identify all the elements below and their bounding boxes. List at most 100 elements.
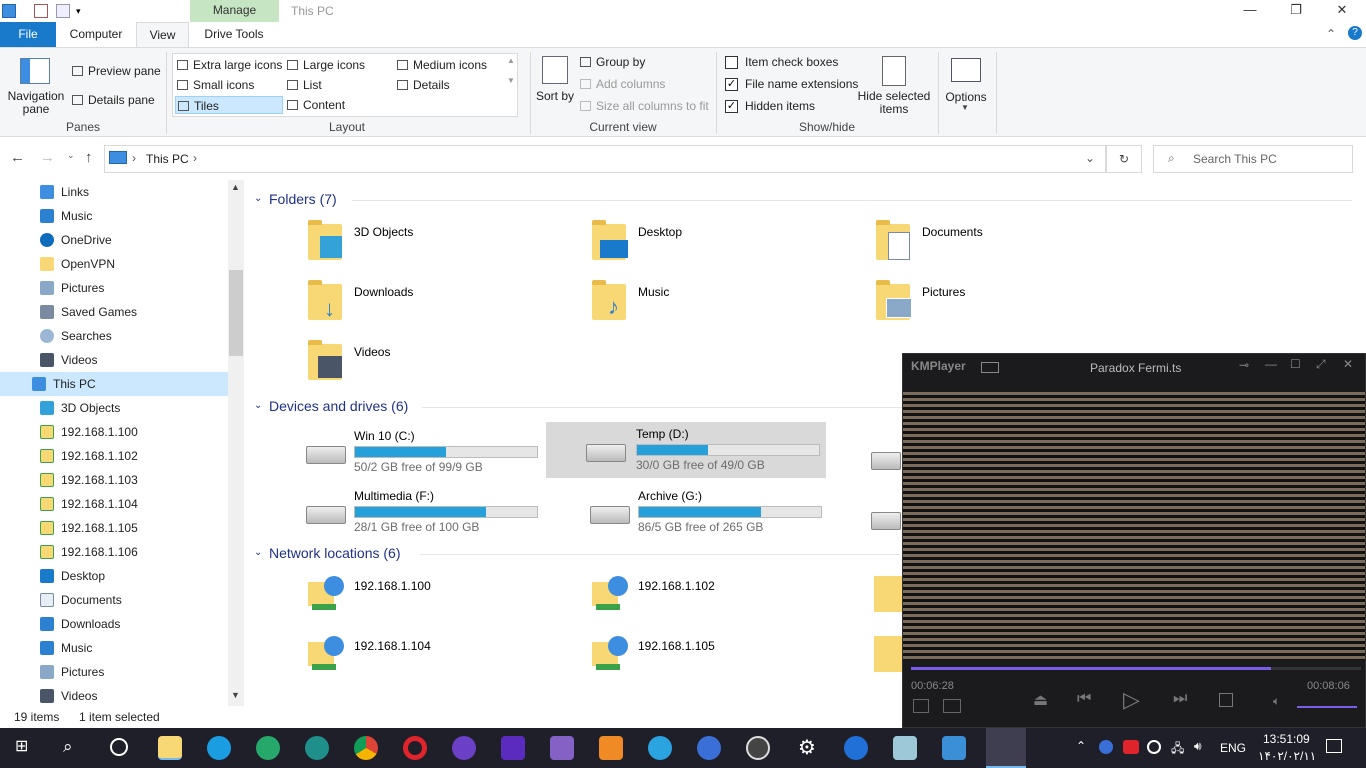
app-icon[interactable] [893, 736, 917, 760]
search-icon[interactable]: ⌕ [63, 737, 73, 757]
layout-extra-large-icons[interactable]: Extra large icons [175, 56, 282, 74]
tray-app-icon[interactable] [1147, 740, 1161, 754]
layout-scroll-icon[interactable]: ▲ ▼ [507, 56, 515, 86]
folder-tile-music[interactable]: ♪ Music [586, 280, 866, 338]
folder-tile-videos[interactable]: Videos [302, 340, 582, 398]
language-indicator[interactable]: ENG [1220, 741, 1246, 755]
layout-medium-icons[interactable]: Medium icons [395, 56, 487, 74]
drive-tile-g[interactable]: Archive (G:) 86/5 GB free of 265 GB [586, 484, 866, 542]
recent-locations-icon[interactable]: ⌄ [67, 150, 75, 161]
clock-time[interactable]: 13:51:09 [1263, 732, 1310, 746]
network-tile[interactable]: 192.168.1.105 [586, 634, 866, 692]
address-bar[interactable]: › This PC › ⌄ [104, 145, 1106, 173]
file-explorer-icon[interactable] [158, 736, 182, 760]
nav-item-pictures[interactable]: Pictures [0, 276, 228, 300]
hidden-items-checkbox[interactable]: ✓ [725, 100, 738, 113]
nav-item-music[interactable]: Music [0, 636, 228, 660]
address-dropdown-icon[interactable]: ⌄ [1085, 151, 1095, 165]
kmplayer-menu-icon[interactable] [981, 362, 999, 373]
volume-icon[interactable]: 🔈︎ [1273, 694, 1280, 709]
video-area[interactable] [903, 392, 1365, 660]
drive-tile-c[interactable]: Win 10 (C:) 50/2 GB free of 99/9 GB [302, 424, 582, 482]
fullscreen-icon[interactable]: ⤢ [1316, 357, 1326, 372]
hide-selected-icon[interactable] [882, 56, 906, 86]
nav-item-network-drive[interactable]: 192.168.1.102 [0, 444, 228, 468]
nav-item-searches[interactable]: Searches [0, 324, 228, 348]
eject-icon[interactable]: ⏏ [1033, 690, 1048, 710]
navigation-pane-button[interactable]: Navigation pane [4, 90, 68, 116]
nav-item-music[interactable]: Music [0, 204, 228, 228]
search-input[interactable]: Search This PC [1193, 152, 1277, 166]
sort-by-button[interactable]: Sort by [536, 90, 574, 103]
nav-item-saved-games[interactable]: Saved Games [0, 300, 228, 324]
open-file-icon[interactable] [943, 699, 961, 713]
refresh-icon[interactable]: ↻ [1106, 145, 1142, 173]
network-tile[interactable]: 192.168.1.102 [586, 574, 866, 632]
remote-desktop-icon[interactable] [942, 736, 966, 760]
next-icon[interactable]: ⏭ [1173, 690, 1187, 708]
sort-by-icon[interactable] [542, 56, 568, 84]
kmplayer-window[interactable]: KMPlayer Paradox Fermi.ts ⊸ — ☐ ⤢ ✕ 00:0… [902, 353, 1366, 728]
drive-tile-d[interactable]: Temp (D:) 30/0 GB free of 49/0 GB [546, 422, 826, 478]
network-tile[interactable]: 192.168.1.104 [302, 634, 582, 692]
visual-studio-code-icon[interactable] [550, 736, 574, 760]
opera-icon[interactable] [403, 736, 427, 760]
seek-bar[interactable] [911, 667, 1361, 670]
layout-small-icons[interactable]: Small icons [175, 76, 254, 94]
show-hidden-icons-icon[interactable]: ⌃ [1076, 739, 1086, 753]
pin-icon[interactable]: ⊸ [1239, 358, 1249, 372]
search-box[interactable]: ⌕ Search This PC [1153, 145, 1353, 173]
nav-scrollbar[interactable]: ▲ ▼ [228, 180, 244, 706]
minimize-icon[interactable]: — [1227, 0, 1273, 22]
stop-icon[interactable] [1219, 693, 1233, 707]
scroll-up-icon[interactable]: ▲ [231, 182, 240, 192]
drive-tile-f[interactable]: Multimedia (F:) 28/1 GB free of 100 GB [302, 484, 582, 542]
group-header-network[interactable]: Network locations (6) [269, 545, 401, 561]
breadcrumb-chevron-icon[interactable]: › [132, 151, 136, 165]
tab-drive-tools[interactable]: Drive Tools [192, 22, 276, 47]
layout-content[interactable]: Content [285, 96, 345, 114]
scroll-down-icon[interactable]: ▼ [231, 690, 240, 700]
notifications-icon[interactable] [1326, 739, 1342, 753]
tab-view[interactable]: View [136, 22, 189, 47]
chrome-icon[interactable] [354, 736, 378, 760]
hide-selected-button[interactable]: Hide selected items [856, 90, 932, 116]
nav-item-pictures[interactable]: Pictures [0, 660, 228, 684]
layout-list[interactable]: List [285, 76, 322, 94]
kmplayer-logo[interactable]: KMPlayer [911, 359, 966, 373]
tab-computer[interactable]: Computer [60, 22, 132, 47]
forward-icon[interactable]: → [40, 149, 55, 166]
group-header-drives[interactable]: Devices and drives (6) [269, 398, 408, 414]
app-icon[interactable] [599, 736, 623, 760]
manage-tab[interactable]: Manage [190, 0, 279, 22]
nav-item-network-drive[interactable]: 192.168.1.104 [0, 492, 228, 516]
collapse-ribbon-icon[interactable]: ⌃ [1326, 27, 1336, 41]
close-icon[interactable]: ✕ [1343, 357, 1353, 371]
nav-item-videos[interactable]: Videos [0, 348, 228, 372]
layout-large-icons[interactable]: Large icons [285, 56, 365, 74]
computer-icon[interactable] [2, 4, 16, 18]
settings-icon[interactable]: ⚙ [795, 736, 819, 760]
nav-item-network-drive[interactable]: 192.168.1.105 [0, 516, 228, 540]
network-drive-icon[interactable] [874, 576, 902, 612]
preview-pane-button[interactable]: Preview pane [70, 62, 161, 80]
volume-slider[interactable] [1297, 706, 1357, 708]
collapse-group-icon[interactable]: ⌄ [254, 193, 262, 204]
cortana-icon[interactable] [110, 738, 128, 756]
nav-item-this-pc[interactable]: This PC [0, 372, 228, 396]
nav-item-desktop[interactable]: Desktop [0, 564, 228, 588]
previous-icon[interactable]: ⏮ [1077, 690, 1091, 708]
clock-date[interactable]: ۱۴۰۲/۰۲/۱۱ [1258, 749, 1316, 763]
kmplayer-taskbar-icon[interactable] [986, 728, 1026, 768]
nav-item-downloads[interactable]: Downloads [0, 612, 228, 636]
tor-browser-icon[interactable] [452, 736, 476, 760]
nav-item-onedrive[interactable]: OneDrive [0, 228, 228, 252]
collapse-group-icon[interactable]: ⌄ [254, 547, 262, 558]
hard-drive-icon[interactable] [871, 512, 901, 530]
app-icon[interactable] [697, 736, 721, 760]
play-icon[interactable]: ▷ [1123, 687, 1140, 713]
edge-beta-icon[interactable] [256, 736, 280, 760]
minimize-icon[interactable]: — [1265, 357, 1277, 371]
options-button[interactable]: Options [940, 90, 992, 104]
folder-tile-downloads[interactable]: ↓ Downloads [302, 280, 582, 338]
